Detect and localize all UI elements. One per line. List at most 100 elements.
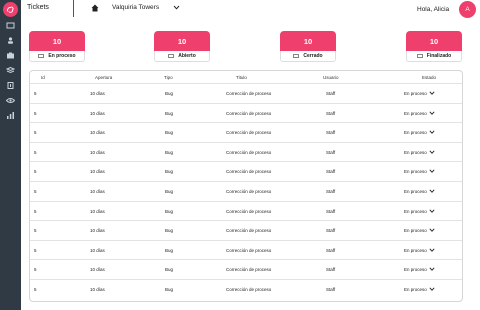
cell-apertura: 10 días xyxy=(90,267,105,273)
project-selector[interactable]: Valquiria Towers xyxy=(112,4,159,11)
cell-id: 5 xyxy=(34,228,37,234)
cell-tipo: Bug xyxy=(165,169,174,175)
column-header-id[interactable]: Id xyxy=(41,75,45,80)
stat-label: Cerrado xyxy=(303,53,323,59)
status-dropdown[interactable]: En proceso xyxy=(404,287,427,292)
status-dropdown[interactable]: En proceso xyxy=(404,189,427,194)
building-icon[interactable] xyxy=(6,82,15,89)
stat-card-abierto[interactable]: 10 Abierto xyxy=(154,31,210,62)
table-row[interactable]: 5 10 días Bug Corrección de proceso Staff En … xyxy=(30,279,462,299)
stat-label: Abierto xyxy=(178,53,196,59)
logo-icon[interactable] xyxy=(3,2,18,17)
cell-usuario: Staff xyxy=(326,110,336,116)
table-row[interactable]: 5 10 días Bug Corrección de proceso Staff En … xyxy=(30,181,462,201)
ticket-icon xyxy=(168,54,175,58)
eye-icon[interactable] xyxy=(6,97,15,104)
tickets-icon[interactable] xyxy=(6,22,15,29)
table-row[interactable]: 5 10 días Bug Corrección de proceso Staff En … xyxy=(30,239,462,260)
header-divider xyxy=(73,0,74,17)
table-row[interactable]: 5 10 días Bug Corrección de proceso Staff En … xyxy=(30,141,462,162)
table-row[interactable]: 5 10 días Bug Corrección de proceso Staff En … xyxy=(30,220,462,240)
cell-titulo: Corrección de proceso xyxy=(226,228,272,234)
cell-id: 5 xyxy=(34,91,37,96)
cell-apertura: 10 días xyxy=(90,110,105,116)
status-dropdown[interactable]: En proceso xyxy=(404,267,427,272)
cell-id: 5 xyxy=(34,130,37,136)
chevron-down-icon[interactable] xyxy=(429,209,435,213)
status-dropdown[interactable]: En proceso xyxy=(404,169,427,174)
stat-value: 10 xyxy=(406,31,462,51)
cell-apertura: 10 días xyxy=(90,247,105,253)
cell-apertura: 10 días xyxy=(90,169,105,175)
cell-tipo: Bug xyxy=(165,110,174,116)
page-title: Tickets xyxy=(27,4,49,11)
status-dropdown[interactable]: En proceso xyxy=(404,130,427,135)
chevron-down-icon[interactable] xyxy=(429,248,435,252)
tickets-table: Id Apertura Tipo Titulo Usuario Estado 5… xyxy=(29,70,463,302)
cell-titulo: Corrección de proceso xyxy=(226,149,272,155)
chevron-down-icon[interactable] xyxy=(173,5,180,10)
chevron-down-icon[interactable] xyxy=(429,91,435,95)
stat-value: 10 xyxy=(29,31,85,51)
cell-tipo: Bug xyxy=(165,208,174,214)
cell-tipo: Bug xyxy=(165,149,174,155)
table-row[interactable]: 5 10 días Bug Corrección de proceso Staff En … xyxy=(30,259,462,279)
chevron-down-icon[interactable] xyxy=(429,130,435,135)
stat-value: 10 xyxy=(154,31,210,51)
cell-usuario: Staff xyxy=(326,91,336,96)
stat-label: En proceso xyxy=(48,53,76,59)
stat-card-cerrado[interactable]: 10 Cerrado xyxy=(280,31,336,62)
cell-titulo: Corrección de proceso xyxy=(226,287,272,292)
table-header: Id Apertura Tipo Titulo Usuario Estado xyxy=(30,71,462,83)
cell-titulo: Corrección de proceso xyxy=(226,91,272,96)
projects-icon[interactable] xyxy=(6,52,15,59)
status-dropdown[interactable]: En proceso xyxy=(404,248,427,253)
user-icon[interactable] xyxy=(6,37,15,44)
status-dropdown[interactable]: En proceso xyxy=(404,91,427,96)
ticket-icon xyxy=(38,54,45,58)
cell-apertura: 10 días xyxy=(90,287,105,292)
status-dropdown[interactable]: En proceso xyxy=(404,111,427,116)
cell-titulo: Corrección de proceso xyxy=(226,130,272,136)
cell-tipo: Bug xyxy=(165,130,174,136)
status-dropdown[interactable]: En proceso xyxy=(404,150,427,155)
chevron-down-icon[interactable] xyxy=(429,228,435,233)
chevron-down-icon[interactable] xyxy=(429,169,435,174)
cell-apertura: 10 días xyxy=(90,228,105,234)
table-row[interactable]: 5 10 días Bug Corrección de proceso Staff En … xyxy=(30,83,462,103)
cell-titulo: Corrección de proceso xyxy=(226,208,272,214)
column-header-apertura[interactable]: Apertura xyxy=(95,75,112,80)
cell-usuario: Staff xyxy=(326,267,336,273)
chevron-down-icon[interactable] xyxy=(429,150,435,154)
ticket-icon xyxy=(416,54,423,58)
stat-card-finalizado[interactable]: 10 Finalizado xyxy=(406,31,462,62)
avatar[interactable]: A xyxy=(459,1,476,18)
table-row[interactable]: 5 10 días Bug Corrección de proceso Staff En … xyxy=(30,102,462,123)
stat-card-en-proceso[interactable]: 10 En proceso xyxy=(29,31,85,62)
column-header-estado[interactable]: Estado xyxy=(422,75,436,80)
chevron-down-icon[interactable] xyxy=(429,287,435,291)
chevron-down-icon[interactable] xyxy=(429,189,435,193)
cell-usuario: Staff xyxy=(326,228,336,234)
cell-titulo: Corrección de proceso xyxy=(226,267,272,273)
column-header-usuario[interactable]: Usuario xyxy=(323,75,339,80)
cell-usuario: Staff xyxy=(326,247,336,253)
status-dropdown[interactable]: En proceso xyxy=(404,209,427,214)
home-icon[interactable] xyxy=(91,4,99,12)
chevron-down-icon[interactable] xyxy=(429,111,435,115)
column-header-tipo[interactable]: Tipo xyxy=(164,75,173,80)
cell-id: 5 xyxy=(34,247,37,253)
cell-id: 5 xyxy=(34,287,37,292)
layers-icon[interactable] xyxy=(6,67,15,74)
cell-apertura: 10 días xyxy=(90,189,105,194)
table-row[interactable]: 5 10 días Bug Corrección de proceso Staff En … xyxy=(30,122,462,142)
column-header-titulo[interactable]: Titulo xyxy=(236,75,247,80)
table-row[interactable]: 5 10 días Bug Corrección de proceso Staff En … xyxy=(30,200,462,221)
cell-tipo: Bug xyxy=(165,287,174,292)
cell-usuario: Staff xyxy=(326,189,336,194)
cell-usuario: Staff xyxy=(326,149,336,155)
table-row[interactable]: 5 10 días Bug Corrección de proceso Staff En … xyxy=(30,161,462,181)
stats-icon[interactable] xyxy=(6,112,15,119)
status-dropdown[interactable]: En proceso xyxy=(404,228,427,233)
chevron-down-icon[interactable] xyxy=(429,267,435,272)
